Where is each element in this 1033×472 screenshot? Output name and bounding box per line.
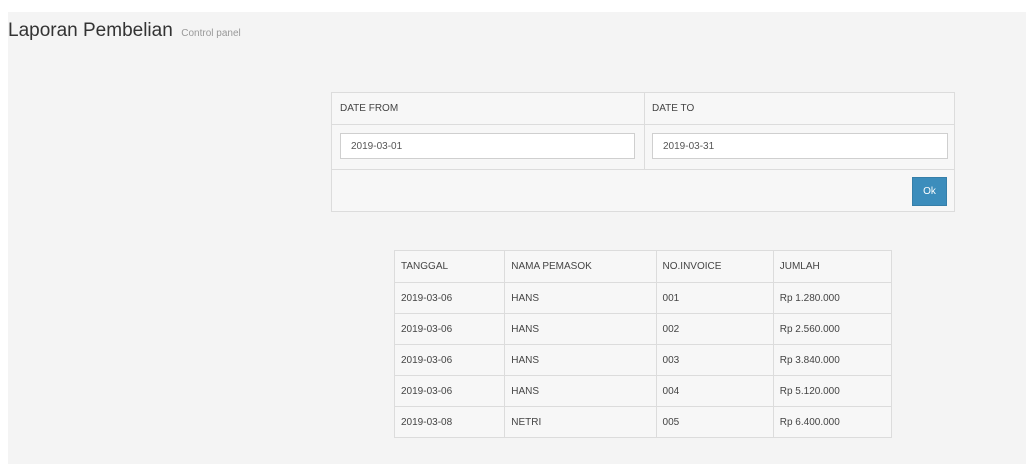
cell-no-invoice: 004: [655, 375, 774, 407]
cell-jumlah: Rp 5.120.000: [772, 375, 893, 407]
cell-jumlah: Rp 3.840.000: [772, 344, 893, 376]
cell-jumlah: Rp 6.400.000: [772, 406, 893, 438]
ok-button[interactable]: Ok: [912, 177, 947, 206]
filter-actions: Ok: [332, 169, 954, 213]
purchase-report-table: TANGGAL NAMA PEMASOK NO.INVOICE JUMLAH 2…: [393, 250, 893, 438]
cell-tanggal: 2019-03-06: [393, 344, 506, 376]
table-row: 2019-03-06 HANS 004 Rp 5.120.000: [393, 375, 893, 407]
date-to-label: DATE TO: [644, 93, 954, 125]
cell-nama-pemasok: HANS: [504, 282, 657, 314]
cell-nama-pemasok: HANS: [504, 375, 657, 407]
date-to-column: DATE TO: [644, 93, 954, 169]
page-header: Laporan Pembelian Control panel: [8, 20, 241, 42]
date-filter-box: DATE FROM DATE TO Ok: [331, 92, 955, 212]
cell-tanggal: 2019-03-06: [393, 282, 506, 314]
cell-jumlah: Rp 2.560.000: [772, 313, 893, 345]
cell-no-invoice: 001: [655, 282, 774, 314]
date-to-input[interactable]: [652, 133, 948, 159]
table-row: 2019-03-08 NETRI 005 Rp 6.400.000: [393, 406, 893, 438]
table-row: 2019-03-06 HANS 003 Rp 3.840.000: [393, 344, 893, 376]
page-title: Laporan Pembelian: [8, 20, 173, 41]
cell-tanggal: 2019-03-06: [393, 313, 506, 345]
column-header-tanggal: TANGGAL: [393, 250, 506, 283]
cell-no-invoice: 005: [655, 406, 774, 438]
table-row: 2019-03-06 HANS 001 Rp 1.280.000: [393, 282, 893, 314]
date-from-label: DATE FROM: [332, 93, 644, 125]
table-row: 2019-03-06 HANS 002 Rp 2.560.000: [393, 313, 893, 345]
cell-jumlah: Rp 1.280.000: [772, 282, 893, 314]
column-header-jumlah: JUMLAH: [772, 250, 893, 283]
cell-nama-pemasok: NETRI: [504, 406, 657, 438]
page-subtitle: Control panel: [181, 28, 241, 39]
cell-no-invoice: 003: [655, 344, 774, 376]
column-header-nama-pemasok: NAMA PEMASOK: [504, 250, 657, 283]
date-from-input[interactable]: [340, 133, 635, 159]
cell-nama-pemasok: HANS: [504, 344, 657, 376]
cell-tanggal: 2019-03-06: [393, 375, 506, 407]
cell-tanggal: 2019-03-08: [393, 406, 506, 438]
column-header-no-invoice: NO.INVOICE: [655, 250, 774, 283]
table-header-row: TANGGAL NAMA PEMASOK NO.INVOICE JUMLAH: [393, 250, 893, 283]
date-from-column: DATE FROM: [332, 93, 645, 169]
cell-no-invoice: 002: [655, 313, 774, 345]
cell-nama-pemasok: HANS: [504, 313, 657, 345]
